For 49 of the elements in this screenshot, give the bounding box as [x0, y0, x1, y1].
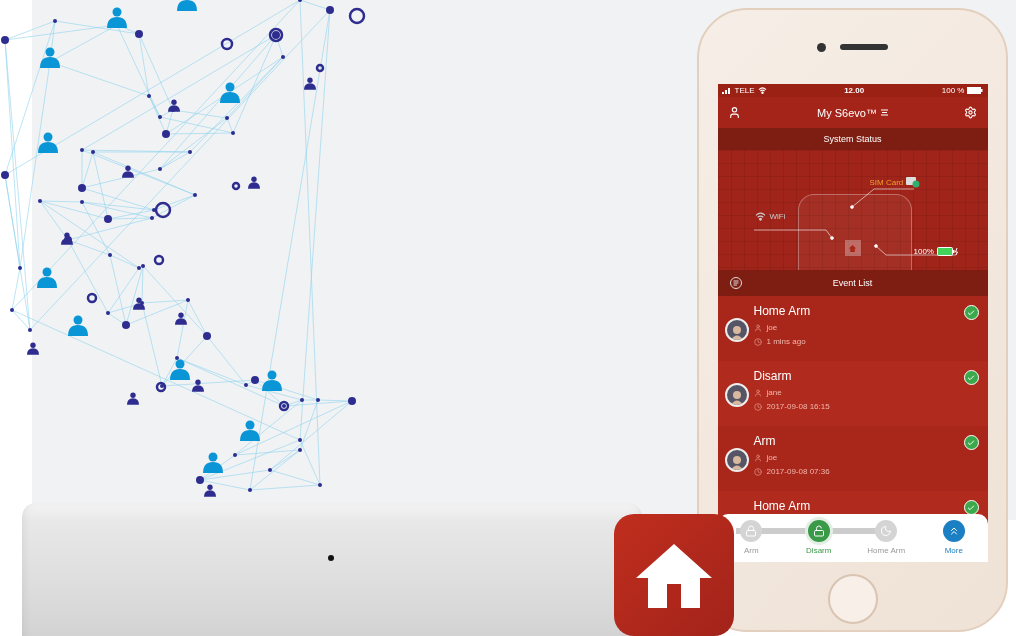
event-user: joe	[766, 453, 778, 462]
signal-icon	[721, 87, 732, 94]
wifi-label: WiFi	[769, 212, 786, 221]
battery-icon	[936, 247, 959, 256]
event-title[interactable]: Home Arm	[753, 499, 964, 513]
battery-label: 100%	[913, 247, 934, 256]
list-icon[interactable]	[729, 277, 742, 289]
section-title: Event List	[832, 278, 873, 288]
section-title: System Status	[823, 134, 882, 144]
event-title[interactable]: Arm	[753, 434, 964, 448]
lock-icon	[745, 525, 758, 537]
event-time: 2017-09-08 07:36	[766, 467, 830, 476]
camera-dot	[817, 42, 826, 52]
sim-label: SIM Card	[869, 178, 904, 187]
avatar	[724, 318, 749, 342]
avatar	[724, 448, 749, 472]
menu-icon[interactable]	[880, 109, 888, 116]
clock-icon	[753, 337, 762, 346]
sim-card-icon	[906, 177, 921, 188]
event-title[interactable]: Disarm	[753, 369, 964, 383]
tab-label[interactable]: More	[944, 546, 963, 555]
app-title: My S6evo™	[817, 106, 877, 119]
user-icon[interactable]	[727, 106, 741, 119]
user-icon	[753, 388, 762, 397]
wifi-icon	[753, 212, 767, 221]
event-user: jane	[766, 388, 782, 397]
clock-icon	[753, 402, 762, 411]
user-icon	[753, 453, 762, 462]
tab-label[interactable]: Disarm	[806, 546, 832, 555]
battery-icon	[967, 87, 984, 94]
event-user: joe	[766, 323, 778, 332]
settings-icon[interactable]	[964, 106, 978, 119]
event-time: 2017-09-08 16:15	[766, 402, 830, 411]
avatar	[724, 383, 749, 407]
home-icon	[844, 240, 861, 256]
indicator-dot	[328, 555, 334, 561]
clock-icon	[753, 467, 762, 476]
battery-percent: 100 %	[941, 86, 965, 95]
user-icon	[753, 323, 762, 332]
wifi-icon	[757, 87, 767, 94]
clock-time: 12.00	[844, 86, 865, 95]
unlock-icon	[812, 525, 825, 537]
moon-icon	[880, 525, 893, 537]
event-time: 1 mins ago	[766, 337, 806, 346]
mode-button[interactable]	[807, 520, 830, 542]
speaker-slot	[840, 44, 888, 50]
carrier-name: TELE	[734, 86, 755, 95]
event-title[interactable]: Home Arm	[753, 304, 964, 318]
more-button[interactable]	[942, 520, 965, 542]
